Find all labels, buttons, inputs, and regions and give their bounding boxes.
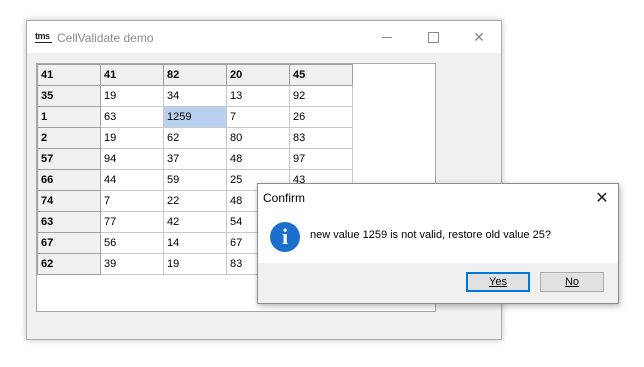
no-button-label: No bbox=[564, 276, 580, 288]
header-cell[interactable]: 45 bbox=[289, 64, 353, 86]
row-header-cell[interactable]: 62 bbox=[37, 253, 101, 275]
header-row: 41 41 82 20 45 bbox=[37, 64, 353, 86]
header-cell[interactable]: 41 bbox=[37, 64, 101, 86]
minimize-icon bbox=[382, 36, 392, 38]
grid-cell[interactable]: 19 bbox=[100, 127, 164, 149]
header-cell[interactable]: 20 bbox=[226, 64, 290, 86]
no-button[interactable]: No bbox=[540, 272, 604, 292]
grid-cell[interactable]: 42 bbox=[163, 211, 227, 233]
row-header-cell[interactable]: 2 bbox=[37, 127, 101, 149]
grid-cell[interactable]: 94 bbox=[100, 148, 164, 170]
close-icon: ✕ bbox=[595, 190, 609, 207]
grid-cell[interactable]: 62 bbox=[163, 127, 227, 149]
close-button[interactable]: ✕ bbox=[456, 21, 502, 53]
grid-cell[interactable]: 13 bbox=[226, 85, 290, 107]
grid-cell[interactable]: 59 bbox=[163, 169, 227, 191]
table-row: 35 19 34 13 92 bbox=[37, 85, 353, 107]
app-logo-icon: tms bbox=[35, 31, 51, 43]
table-row: 2 19 62 80 83 bbox=[37, 127, 353, 149]
table-row: 57 94 37 48 97 bbox=[37, 148, 353, 170]
yes-button-label: Yes bbox=[489, 276, 507, 288]
window-title: CellValidate demo bbox=[57, 31, 154, 45]
grid-cell[interactable]: 92 bbox=[289, 85, 353, 107]
table-row: 1 63 1259 7 26 bbox=[37, 106, 353, 128]
grid-cell[interactable]: 14 bbox=[163, 232, 227, 254]
yes-button[interactable]: Yes bbox=[466, 272, 530, 292]
header-cell[interactable]: 41 bbox=[100, 64, 164, 86]
grid-cell[interactable]: 19 bbox=[163, 253, 227, 275]
maximize-button[interactable] bbox=[410, 21, 456, 53]
selected-grid-cell[interactable]: 1259 bbox=[163, 106, 227, 128]
dialog-title: Confirm bbox=[263, 191, 306, 205]
row-header-cell[interactable]: 35 bbox=[37, 85, 101, 107]
confirm-dialog: Confirm ✕ i new value 1259 is not valid,… bbox=[257, 183, 619, 304]
title-bar[interactable]: tms CellValidate demo ✕ bbox=[27, 21, 501, 53]
grid-cell[interactable]: 77 bbox=[100, 211, 164, 233]
grid-cell[interactable]: 39 bbox=[100, 253, 164, 275]
grid-cell[interactable]: 63 bbox=[100, 106, 164, 128]
grid-cell[interactable]: 34 bbox=[163, 85, 227, 107]
row-header-cell[interactable]: 67 bbox=[37, 232, 101, 254]
grid-cell[interactable]: 7 bbox=[100, 190, 164, 212]
grid-cell[interactable]: 37 bbox=[163, 148, 227, 170]
maximize-icon bbox=[427, 31, 439, 43]
grid-cell[interactable]: 56 bbox=[100, 232, 164, 254]
header-cell[interactable]: 82 bbox=[163, 64, 227, 86]
dialog-button-bar: Yes No bbox=[258, 263, 618, 303]
grid-cell[interactable]: 19 bbox=[100, 85, 164, 107]
row-header-cell[interactable]: 74 bbox=[37, 190, 101, 212]
info-icon: i bbox=[270, 222, 300, 252]
grid-cell[interactable]: 83 bbox=[289, 127, 353, 149]
grid-cell[interactable]: 22 bbox=[163, 190, 227, 212]
grid-cell[interactable]: 7 bbox=[226, 106, 290, 128]
row-header-cell[interactable]: 1 bbox=[37, 106, 101, 128]
dialog-close-button[interactable]: ✕ bbox=[592, 188, 612, 208]
row-header-cell[interactable]: 57 bbox=[37, 148, 101, 170]
grid-cell[interactable]: 44 bbox=[100, 169, 164, 191]
dialog-message: new value 1259 is not valid, restore old… bbox=[310, 229, 551, 241]
grid-cell[interactable]: 48 bbox=[226, 148, 290, 170]
close-icon: ✕ bbox=[473, 28, 485, 45]
row-header-cell[interactable]: 63 bbox=[37, 211, 101, 233]
minimize-button[interactable] bbox=[364, 21, 410, 53]
grid-cell[interactable]: 80 bbox=[226, 127, 290, 149]
grid-cell[interactable]: 26 bbox=[289, 106, 353, 128]
grid-cell[interactable]: 97 bbox=[289, 148, 353, 170]
row-header-cell[interactable]: 66 bbox=[37, 169, 101, 191]
